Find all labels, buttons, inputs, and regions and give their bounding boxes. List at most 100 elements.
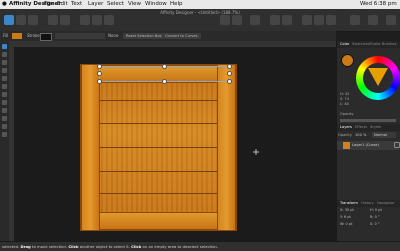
menu-help[interactable]: Help (170, 0, 183, 9)
ellipse-tool-icon[interactable] (2, 116, 7, 121)
flip-horizontal-icon[interactable] (270, 15, 280, 25)
menu-select[interactable]: Select (107, 0, 124, 9)
clock: Wed 6:38 pm (360, 1, 397, 7)
tab-layers[interactable]: Layers (340, 124, 352, 131)
tab-brushes[interactable]: Brushes (382, 41, 396, 48)
tools-panel (0, 41, 9, 241)
pixel-persona-icon[interactable] (16, 15, 26, 25)
move-tool-icon[interactable] (2, 44, 7, 49)
menu-layer[interactable]: Layer (88, 0, 103, 9)
text-tool-icon[interactable] (2, 124, 7, 129)
right-post (217, 65, 236, 230)
selection-handle[interactable] (97, 79, 102, 84)
transform-r[interactable]: R: 0 ° (370, 215, 380, 219)
blend-mode-select[interactable]: Normal (372, 132, 396, 138)
blend-mode-label: Normal (374, 133, 388, 137)
order-back-icon[interactable] (220, 15, 230, 25)
node-tool-icon[interactable] (2, 52, 7, 57)
snapping-icon[interactable] (60, 15, 70, 25)
boolean-subtract-icon[interactable] (314, 15, 324, 25)
fill-label: Fill (3, 33, 9, 38)
plank-seam (81, 193, 236, 194)
transform-w[interactable]: W: 0 pt (340, 222, 352, 226)
hue-value: H: 42 (340, 92, 350, 96)
rectangle-tool-icon[interactable] (2, 108, 7, 113)
corner-tool-icon[interactable] (2, 60, 7, 65)
export-persona-icon[interactable] (28, 15, 38, 25)
transform-y[interactable]: Y: 6 pt (340, 215, 351, 219)
document-setup-icon[interactable] (48, 15, 58, 25)
designer-persona-icon[interactable] (4, 15, 14, 25)
menu-window[interactable]: Window (145, 0, 167, 9)
opacity-slider[interactable] (340, 119, 396, 122)
fill-swatch[interactable] (12, 33, 22, 39)
grid-icon[interactable] (92, 15, 102, 25)
layer-opacity-value[interactable]: 100 % (355, 132, 366, 138)
flip-vertical-icon[interactable] (282, 15, 292, 25)
tab-effects[interactable]: Effects (355, 124, 367, 131)
plank-seam (81, 147, 236, 148)
insert-icon[interactable] (350, 15, 360, 25)
fill-tool-icon[interactable] (2, 92, 7, 97)
opacity-label: Opacity (340, 112, 354, 116)
selection-handle[interactable] (97, 71, 102, 76)
plank-seam (81, 100, 236, 101)
app-name-menu[interactable]: Affinity Designer (9, 0, 61, 9)
align-icon[interactable] (250, 15, 260, 25)
boolean-add-icon[interactable] (302, 15, 312, 25)
tab-transform[interactable]: Transform (340, 200, 358, 207)
snapping-toggle-icon[interactable] (368, 15, 378, 25)
layer-visibility-checkbox[interactable] (394, 142, 400, 148)
tab-navigator[interactable]: Navigator (377, 200, 395, 207)
reset-selection-box-button[interactable]: Reset Selection Box (123, 33, 165, 39)
color-panel-tabs: Color Swatches Stroke Brushes (337, 41, 400, 48)
view-mode-icon[interactable] (80, 15, 90, 25)
tab-history[interactable]: History (361, 200, 374, 207)
order-forward-icon[interactable] (232, 15, 242, 25)
selection-handle[interactable] (162, 79, 167, 84)
layers-panel-tabs: Layers Effects Styles (337, 124, 400, 131)
apple-icon[interactable]: ● (2, 0, 7, 9)
assistant-icon[interactable] (386, 15, 396, 25)
status-text: selected. (2, 244, 20, 249)
tab-color[interactable]: Color (340, 41, 349, 48)
current-fill-swatch[interactable] (341, 54, 354, 67)
menu-view[interactable]: View (128, 0, 141, 9)
tab-styles[interactable]: Styles (370, 124, 381, 131)
transform-s[interactable]: S: 0 ° (370, 222, 380, 226)
color-triangle[interactable] (368, 68, 388, 86)
tab-swatches[interactable]: Swatches (352, 41, 369, 48)
transparency-tool-icon[interactable] (2, 100, 7, 105)
selection-handle[interactable] (227, 64, 232, 69)
boolean-intersect-icon[interactable] (326, 15, 336, 25)
transform-panel-tabs: Transform History Navigator (337, 200, 400, 207)
tab-stroke[interactable]: Stroke (369, 41, 380, 48)
transform-h[interactable]: H: 0 pt (370, 208, 382, 212)
wooden-crate-artwork[interactable] (80, 64, 237, 231)
selection-handle[interactable] (227, 71, 232, 76)
selection-handle[interactable] (162, 64, 167, 69)
stroke-swatch[interactable] (40, 33, 52, 41)
brush-tool-icon[interactable] (2, 84, 7, 89)
zoom-tool-icon[interactable] (2, 132, 7, 137)
context-toolbar: Fill Stroke None Reset Selection Box Con… (0, 31, 336, 41)
menu-text[interactable]: Text (71, 0, 82, 9)
pen-tool-icon[interactable] (2, 68, 7, 73)
stroke-style[interactable]: None (108, 31, 118, 41)
transform-x[interactable]: X: 30 pt (340, 208, 354, 212)
convert-to-curves-button[interactable]: Convert to Curves (162, 33, 201, 39)
selection-handle[interactable] (227, 79, 232, 84)
left-post (81, 65, 100, 230)
status-drag: Drag (20, 244, 31, 249)
selection-handle[interactable] (97, 64, 102, 69)
status-text: on an empty area to deselect selection. (142, 244, 219, 249)
pencil-tool-icon[interactable] (2, 76, 7, 81)
document-title: Affinity Designer - <Untitled> (188.7%) (160, 10, 240, 15)
menu-edit[interactable]: Edit (57, 0, 68, 9)
menu-file[interactable]: File (44, 0, 53, 9)
stroke-width-field[interactable] (55, 33, 105, 39)
status-click: Click (68, 244, 79, 249)
pixel-view-icon[interactable] (104, 15, 114, 25)
status-text: another object to select it. (79, 244, 130, 249)
layer-opacity-label: Opacity (338, 133, 352, 137)
